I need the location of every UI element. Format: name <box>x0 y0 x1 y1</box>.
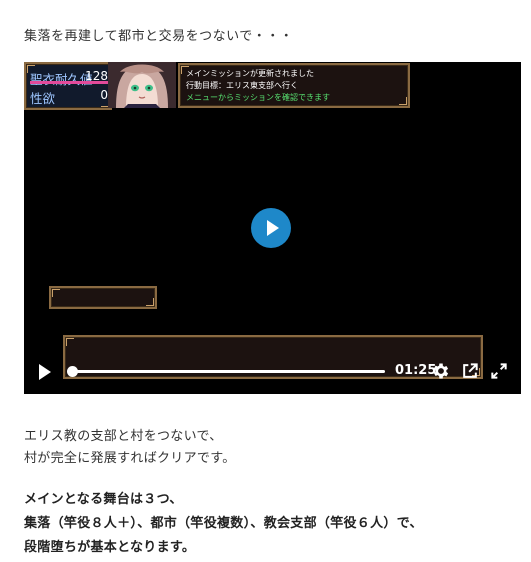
stage-summary-paragraph: メインとなる舞台は３つ、 集落（竿役８人＋）、都市（竿役複数）、教会支部（竿役６… <box>24 488 423 560</box>
stat-row-durability: 聖衣耐久値 128 <box>30 69 108 87</box>
intro-text: 集落を再建して都市と交易をつないで・・・ <box>24 29 294 44</box>
text-line: 段階堕ちが基本となります。 <box>24 540 196 555</box>
text-line: メインとなる舞台は３つ、 <box>24 492 183 507</box>
share-icon[interactable] <box>460 361 480 381</box>
video-player[interactable]: 聖衣耐久値 128 性欲 0 メインミッションが更新されました 行動目標：エリス… <box>24 62 521 394</box>
mission-notification: メインミッションが更新されました 行動目標：エリス東支部へ行く メニューからミッ… <box>178 63 410 108</box>
small-frame <box>49 286 157 309</box>
text-line: エリス教の支部と村をつないで、 <box>24 429 223 444</box>
durability-bar <box>30 81 108 84</box>
control-bar: 01:25 <box>24 358 521 386</box>
text-line: 集落（竿役８人＋）、都市（竿役複数）、教会支部（竿役６人）で、 <box>24 516 423 531</box>
seek-bar[interactable] <box>67 366 385 377</box>
text-line: 村が完全に発展すればクリアです。 <box>24 451 236 466</box>
play-icon[interactable] <box>38 364 52 380</box>
character-portrait <box>108 62 176 108</box>
big-play-button[interactable] <box>251 208 291 248</box>
settings-icon[interactable] <box>431 361 451 381</box>
mission-line: メインミッションが更新されました <box>186 69 314 78</box>
fullscreen-icon[interactable] <box>489 361 509 381</box>
status-panel: 聖衣耐久値 128 性欲 0 <box>24 62 112 110</box>
stat-value: 0 <box>100 88 108 102</box>
seek-handle[interactable] <box>67 366 78 377</box>
stat-row-lust: 性欲 0 <box>30 88 108 106</box>
stat-label: 聖衣耐久値 <box>30 72 93 87</box>
description-paragraph: エリス教の支部と村をつないで、 村が完全に発展すればクリアです。 <box>24 426 236 470</box>
stat-label: 性欲 <box>30 91 56 106</box>
mission-line: 行動目標：エリス東支部へ行く <box>186 81 298 90</box>
mission-line: メニューからミッションを確認できます <box>186 93 330 102</box>
